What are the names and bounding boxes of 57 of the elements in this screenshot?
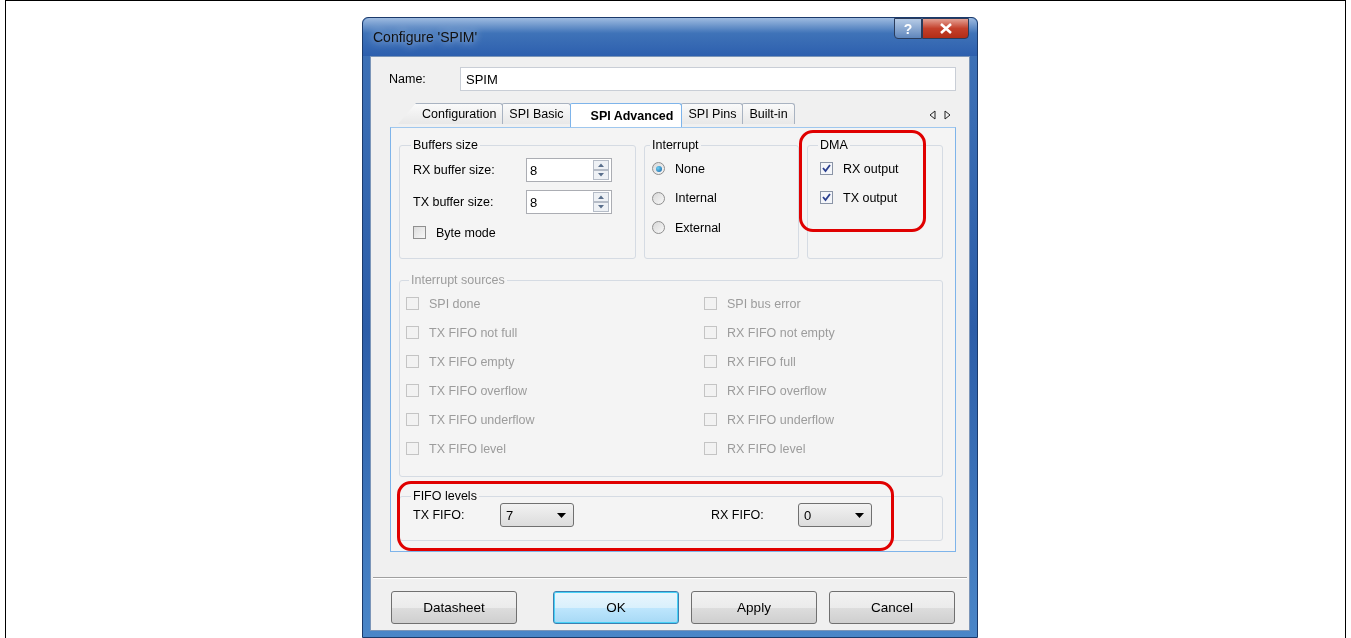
group-title: Buffers size — [412, 138, 480, 152]
caret-icon — [557, 512, 566, 518]
field-label: RX FIFO: — [711, 508, 765, 522]
group-title: Interrupt — [651, 138, 700, 152]
dialog-button[interactable]: OK — [553, 591, 679, 624]
checkbox-label: TX output — [843, 190, 898, 205]
spin-arrows-icon[interactable] — [593, 192, 609, 212]
checkbox-label: RX FIFO overflow — [727, 383, 827, 398]
tab[interactable]: Configuration — [398, 103, 504, 124]
tab[interactable]: Built-in — [742, 103, 795, 124]
close-icon — [939, 23, 952, 34]
checkbox-label: SPI done — [429, 296, 481, 311]
checkbox[interactable] — [820, 162, 833, 175]
dialog-button[interactable]: Cancel — [829, 591, 955, 624]
close-button[interactable] — [922, 18, 969, 39]
name-field[interactable]: SPIM — [460, 67, 956, 91]
tab[interactable]: SPI Pins — [681, 103, 744, 124]
dialog-button[interactable]: Apply — [691, 591, 817, 624]
spin-arrows-icon[interactable] — [593, 160, 609, 180]
dropdown[interactable]: 0 — [798, 503, 872, 527]
tab[interactable]: SPI Basic — [502, 103, 571, 124]
checkbox-label: RX FIFO level — [727, 441, 806, 456]
checkbox[interactable] — [413, 226, 426, 239]
window-title: Configure 'SPIM' — [373, 29, 478, 45]
radio-label: None — [675, 161, 705, 176]
field-label: RX buffer size: — [413, 163, 496, 177]
name-label: Name: — [389, 72, 427, 86]
scroll-left-icon[interactable] — [929, 110, 936, 120]
dropdown[interactable]: 7 — [500, 503, 574, 527]
checkbox-label: RX FIFO underflow — [727, 412, 834, 427]
group-title: Interrupt sources — [410, 273, 506, 287]
spin-field[interactable]: 8 — [526, 158, 612, 182]
checkbox-label: RX FIFO not empty — [727, 325, 835, 340]
checkbox[interactable] — [820, 191, 833, 204]
radio-label: Internal — [675, 191, 717, 206]
checkbox-label: Byte mode — [436, 225, 496, 240]
checkbox-label: TX FIFO not full — [429, 325, 518, 340]
dialog-button[interactable]: Datasheet — [391, 591, 517, 624]
field-label: TX FIFO: — [413, 508, 466, 522]
checkbox-label: TX FIFO underflow — [429, 412, 535, 427]
group-title: FIFO levels — [412, 489, 478, 503]
checkbox-label: TX FIFO overflow — [429, 383, 527, 398]
group-title: DMA — [819, 138, 849, 152]
checkbox-label: TX FIFO empty — [429, 354, 515, 369]
checkbox-label: TX FIFO level — [429, 441, 507, 456]
radio-button[interactable] — [652, 191, 665, 205]
field-label: TX buffer size: — [413, 195, 495, 209]
radio-button[interactable] — [652, 221, 665, 235]
caret-icon — [855, 512, 864, 518]
radio-button[interactable] — [652, 162, 665, 176]
checkbox-label: RX output — [843, 161, 899, 176]
spin-field[interactable]: 8 — [526, 190, 612, 214]
checkbox-label: SPI bus error — [727, 296, 801, 311]
scroll-right-icon[interactable] — [944, 110, 951, 120]
checkbox-label: RX FIFO full — [727, 354, 796, 369]
tab[interactable]: SPI Advanced — [569, 103, 683, 127]
radio-label: External — [675, 220, 721, 235]
